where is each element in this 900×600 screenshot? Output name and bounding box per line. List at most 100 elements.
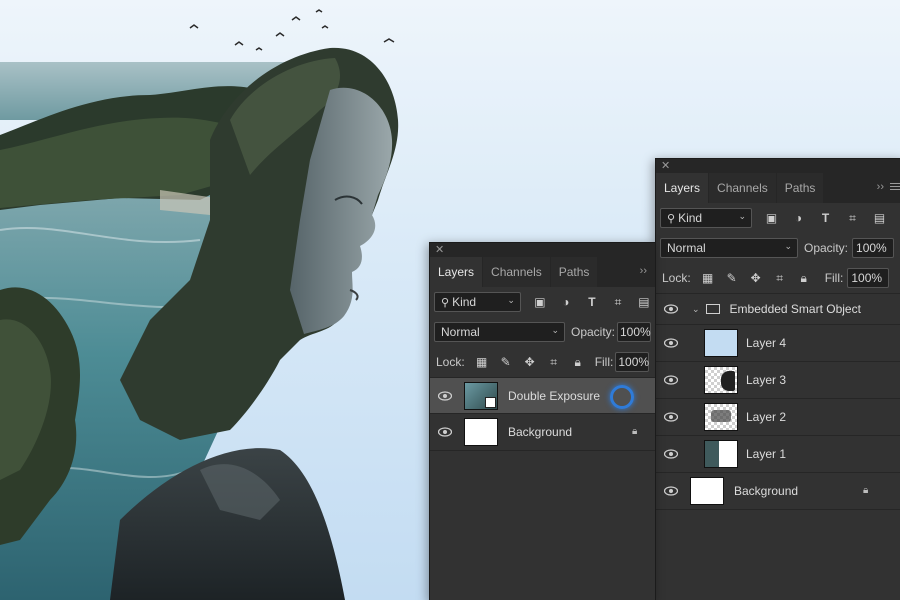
lock-pixels-icon[interactable]: ✎ bbox=[725, 271, 739, 285]
layer-thumbnail bbox=[690, 477, 724, 505]
layer-row[interactable]: Layer 2 bbox=[656, 399, 900, 436]
opacity-input[interactable]: 100% bbox=[617, 322, 651, 342]
layer-name: Double Exposure bbox=[508, 388, 601, 403]
smart-object-filter-icon[interactable]: ▤ bbox=[637, 295, 651, 310]
adjustment-filter-icon[interactable]: ◑ bbox=[791, 211, 806, 226]
search-icon: ⚲ bbox=[441, 296, 450, 309]
layer-thumbnail bbox=[704, 366, 738, 394]
layer-group-row[interactable]: ⌄ Embedded Smart Object bbox=[656, 293, 900, 325]
layer-thumbnail bbox=[704, 329, 738, 357]
lock-label: Lock: bbox=[662, 271, 691, 285]
group-name: Embedded Smart Object bbox=[729, 302, 861, 316]
type-filter-icon[interactable]: T bbox=[585, 295, 599, 310]
layer-name: Layer 1 bbox=[746, 447, 787, 461]
eye-icon[interactable] bbox=[430, 390, 460, 401]
eye-icon[interactable] bbox=[430, 427, 460, 437]
layers-panel: ✕ Layers Channels Paths ›› ⚲ Kind ⌄ ▣ ◑ … bbox=[429, 242, 656, 600]
smart-object-filter-icon[interactable]: ▤ bbox=[872, 211, 887, 226]
layer-row[interactable]: Layer 4 bbox=[656, 325, 900, 362]
eye-icon[interactable] bbox=[656, 338, 686, 348]
close-icon[interactable]: ✕ bbox=[661, 159, 670, 173]
cursor-highlight-ring bbox=[610, 385, 634, 409]
kind-filter-select[interactable]: ⚲ Kind ⌄ bbox=[434, 292, 521, 312]
chevron-down-icon: ⌄ bbox=[784, 241, 792, 251]
layer-thumbnail bbox=[464, 418, 498, 446]
eye-icon[interactable] bbox=[656, 449, 686, 459]
smart-object-badge-icon bbox=[485, 396, 496, 408]
blend-row: Normal ⌄ Opacity: 100% bbox=[430, 317, 655, 347]
chevron-down-icon: ⌄ bbox=[738, 211, 746, 221]
layer-row-background[interactable]: Background 🔒︎ bbox=[430, 414, 655, 451]
layer-thumbnail bbox=[704, 440, 738, 468]
layer-row[interactable]: Layer 1 bbox=[656, 436, 900, 473]
lock-transparent-icon[interactable]: ▦ bbox=[701, 271, 715, 285]
eye-icon[interactable] bbox=[656, 304, 686, 314]
panel-tabs: Layers Channels Paths ›› bbox=[430, 257, 655, 287]
shape-filter-icon[interactable]: ⌗ bbox=[611, 295, 625, 310]
tab-channels[interactable]: Channels bbox=[483, 257, 550, 287]
panel-header-bar: ✕ bbox=[430, 243, 655, 257]
eye-icon[interactable] bbox=[656, 412, 686, 422]
layer-name: Background bbox=[508, 425, 573, 439]
kind-filter-select[interactable]: ⚲ Kind ⌄ bbox=[660, 208, 752, 228]
tab-paths[interactable]: Paths bbox=[550, 257, 598, 287]
eye-icon[interactable] bbox=[656, 375, 686, 385]
blend-mode-value: Normal bbox=[441, 325, 480, 339]
lock-pixels-icon[interactable]: ✎ bbox=[499, 355, 513, 369]
opacity-value: 100% bbox=[620, 325, 651, 339]
layer-name: Layer 4 bbox=[746, 336, 787, 350]
panel-tabs: Layers Channels Paths ›› bbox=[656, 173, 900, 203]
lock-icon: 🔒︎ bbox=[863, 485, 869, 496]
lock-all-icon[interactable]: 🔒︎ bbox=[571, 355, 585, 369]
blend-mode-select[interactable]: Normal ⌄ bbox=[434, 322, 565, 342]
chevron-down-icon: ⌄ bbox=[507, 295, 515, 305]
lock-artboard-icon[interactable]: ⌗ bbox=[773, 271, 787, 285]
lock-position-icon[interactable]: ✥ bbox=[523, 355, 537, 369]
lock-transparent-icon[interactable]: ▦ bbox=[475, 355, 489, 369]
layer-name: Layer 3 bbox=[746, 373, 787, 387]
fill-input[interactable]: 100% bbox=[847, 268, 890, 288]
search-icon: ⚲ bbox=[667, 212, 676, 225]
panel-expand-icon[interactable]: ›› bbox=[640, 265, 647, 277]
filter-row: ⚲ Kind ⌄ ▣ ◑ T ⌗ ▤ bbox=[430, 287, 655, 317]
opacity-value: 100% bbox=[856, 241, 887, 255]
panel-expand-icon[interactable]: ›› bbox=[877, 181, 884, 193]
opacity-label: Opacity: bbox=[570, 325, 615, 339]
fill-value: 100% bbox=[618, 355, 650, 369]
eye-icon[interactable] bbox=[656, 486, 686, 496]
layer-thumbnail bbox=[704, 403, 738, 431]
filter-row: ⚲ Kind ⌄ ▣ ◑ T ⌗ ▤ bbox=[656, 203, 900, 233]
adjustment-filter-icon[interactable]: ◑ bbox=[559, 295, 573, 310]
layer-thumbnail bbox=[464, 381, 498, 410]
lock-icon: 🔒︎ bbox=[632, 426, 638, 437]
image-filter-icon[interactable]: ▣ bbox=[764, 211, 779, 226]
layer-row-background[interactable]: Background 🔒︎ bbox=[656, 473, 900, 510]
fill-input[interactable]: 100% bbox=[615, 352, 650, 372]
kind-label: Kind bbox=[678, 211, 703, 225]
close-icon[interactable]: ✕ bbox=[435, 243, 444, 257]
panel-header-bar: ✕ bbox=[656, 159, 900, 173]
image-filter-icon[interactable]: ▣ bbox=[533, 295, 547, 310]
lock-artboard-icon[interactable]: ⌗ bbox=[547, 355, 561, 369]
panel-menu-icon[interactable] bbox=[890, 183, 900, 192]
chevron-down-icon[interactable]: ⌄ bbox=[692, 304, 700, 315]
fill-label: Fill: bbox=[824, 271, 844, 285]
type-filter-icon[interactable]: T bbox=[818, 211, 833, 226]
lock-all-icon[interactable]: 🔒︎ bbox=[797, 271, 811, 285]
folder-icon bbox=[705, 304, 720, 314]
tab-paths[interactable]: Paths bbox=[776, 173, 824, 203]
fill-label: Fill: bbox=[594, 355, 614, 369]
opacity-input[interactable]: 100% bbox=[852, 238, 895, 258]
shape-filter-icon[interactable]: ⌗ bbox=[845, 211, 860, 226]
layer-name: Background bbox=[734, 484, 799, 498]
layer-row[interactable]: Layer 3 bbox=[656, 362, 900, 399]
layer-row-selected[interactable]: Double Exposure bbox=[430, 377, 655, 414]
tab-layers[interactable]: Layers bbox=[430, 257, 483, 287]
lock-row: Lock: ▦ ✎ ✥ ⌗ 🔒︎ Fill: 100% bbox=[656, 263, 900, 293]
lock-position-icon[interactable]: ✥ bbox=[749, 271, 763, 285]
tab-layers[interactable]: Layers bbox=[656, 173, 709, 203]
blend-mode-select[interactable]: Normal ⌄ bbox=[660, 238, 798, 258]
tab-channels[interactable]: Channels bbox=[709, 173, 776, 203]
layers-panel-smart-object: ✕ Layers Channels Paths ›› ⚲ Kind ⌄ ▣ ◑ … bbox=[655, 158, 900, 600]
fill-value: 100% bbox=[851, 271, 883, 285]
